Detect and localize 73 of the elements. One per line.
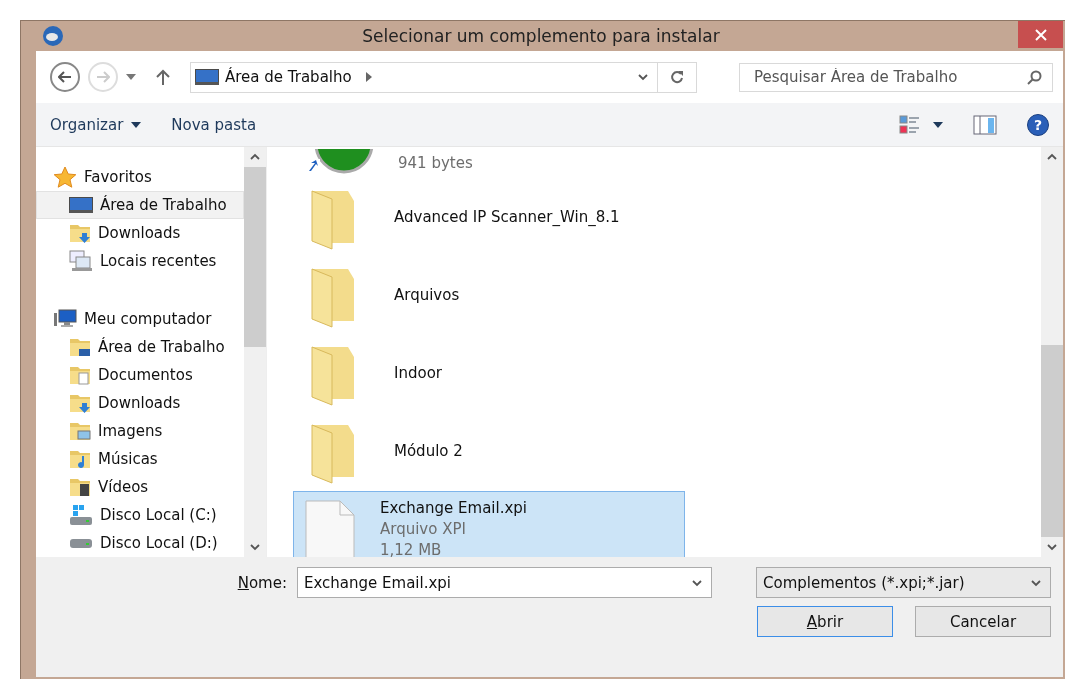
nav-item[interactable]: Área de Trabalho	[36, 191, 244, 219]
help-button[interactable]: ?	[1027, 113, 1049, 136]
scrollbar[interactable]	[1041, 147, 1063, 557]
close-button[interactable]	[1018, 21, 1063, 48]
file-item[interactable]: Advanced IP Scanner_Win_8.1	[293, 179, 685, 256]
music-folder-icon	[69, 448, 91, 470]
recent-places-icon	[69, 250, 93, 272]
caret-icon	[131, 121, 142, 128]
file-name-field[interactable]: Exchange Email.xpi	[297, 567, 712, 598]
breadcrumb-arrow-icon	[365, 72, 372, 82]
close-icon	[1034, 28, 1047, 41]
file-item[interactable]: Módulo 2	[293, 413, 685, 490]
nav-item[interactable]: Imagens	[36, 417, 244, 445]
download-folder-icon	[69, 222, 91, 244]
view-options-icon[interactable]	[899, 114, 921, 135]
nav-item[interactable]: Vídeos	[36, 473, 244, 501]
name-label: Nome:	[237, 573, 287, 592]
nav-item[interactable]: Locais recentes	[36, 247, 244, 275]
dropdown-caret-icon[interactable]	[126, 74, 136, 80]
documents-folder-icon	[69, 364, 91, 386]
right-arrow-icon	[96, 71, 110, 83]
document-icon	[304, 498, 356, 557]
scroll-down-icon	[249, 541, 261, 553]
download-folder-icon	[69, 392, 91, 414]
nav-item[interactable]: Disco Local (D:)	[36, 529, 244, 557]
file-item[interactable]: Exchange Email.xpi Arquivo XPI 1,12 MB	[293, 491, 685, 557]
caret-icon	[933, 121, 943, 128]
app-logo-icon	[42, 25, 64, 47]
chevron-down-icon	[637, 71, 649, 83]
file-item[interactable]: Arquivos	[293, 257, 685, 334]
window-title: Selecionar um complemento para instalar	[361, 26, 721, 46]
new-folder-button[interactable]: Nova pasta	[171, 113, 257, 136]
left-arrow-icon	[58, 71, 72, 83]
file-type-dropdown[interactable]: Complementos (*.xpi;*.jar)	[756, 567, 1051, 598]
address-bar[interactable]: Área de Trabalho	[190, 61, 697, 93]
scrollbar[interactable]	[244, 147, 266, 557]
nav-item[interactable]: Área de Trabalho	[36, 333, 244, 361]
up-arrow-icon[interactable]	[156, 69, 170, 85]
cancel-button[interactable]: Cancelar	[915, 606, 1051, 637]
nav-item[interactable]: Downloads	[36, 389, 244, 417]
open-button[interactable]: Abrir	[757, 606, 893, 637]
drive-icon	[69, 537, 93, 549]
drive-icon	[69, 504, 93, 526]
search-field[interactable]: Pesquisar Área de Trabalho	[739, 62, 1053, 92]
file-name: Exchange Email.xpi	[380, 498, 527, 519]
file-name: Advanced IP Scanner_Win_8.1	[394, 207, 620, 228]
file-item[interactable]: 941 bytes	[293, 148, 685, 178]
star-icon	[53, 166, 77, 188]
nav-item[interactable]: Downloads	[36, 219, 244, 247]
videos-folder-icon	[69, 476, 91, 498]
file-detail: 1,12 MB	[380, 540, 443, 557]
nav-group-item[interactable]: Favoritos	[36, 163, 244, 191]
organize-menu[interactable]: Organizar	[50, 113, 142, 136]
file-name: Arquivos	[394, 285, 460, 306]
monitor-icon	[195, 69, 219, 85]
preview-pane-icon[interactable]	[973, 114, 997, 135]
file-name: Módulo 2	[394, 441, 463, 462]
file-item[interactable]: Indoor	[293, 335, 685, 412]
monitor-icon	[69, 197, 93, 213]
pictures-folder-icon	[69, 420, 91, 442]
nav-item[interactable]: Músicas	[36, 445, 244, 473]
nav-group-item[interactable]: Meu computador	[36, 305, 244, 333]
back-button[interactable]	[50, 62, 80, 92]
refresh-icon	[670, 70, 684, 84]
nav-item[interactable]: Disco Local (C:)	[36, 501, 244, 529]
search-icon	[1027, 69, 1042, 85]
computer-icon	[53, 309, 77, 329]
address-location: Área de Trabalho	[225, 68, 352, 86]
desktop-folder-icon	[69, 336, 91, 358]
file-detail: Arquivo XPI	[380, 519, 467, 540]
file-name: Indoor	[394, 363, 442, 384]
nav-item[interactable]: Documentos	[36, 361, 244, 389]
file-detail: 941 bytes	[398, 152, 473, 174]
